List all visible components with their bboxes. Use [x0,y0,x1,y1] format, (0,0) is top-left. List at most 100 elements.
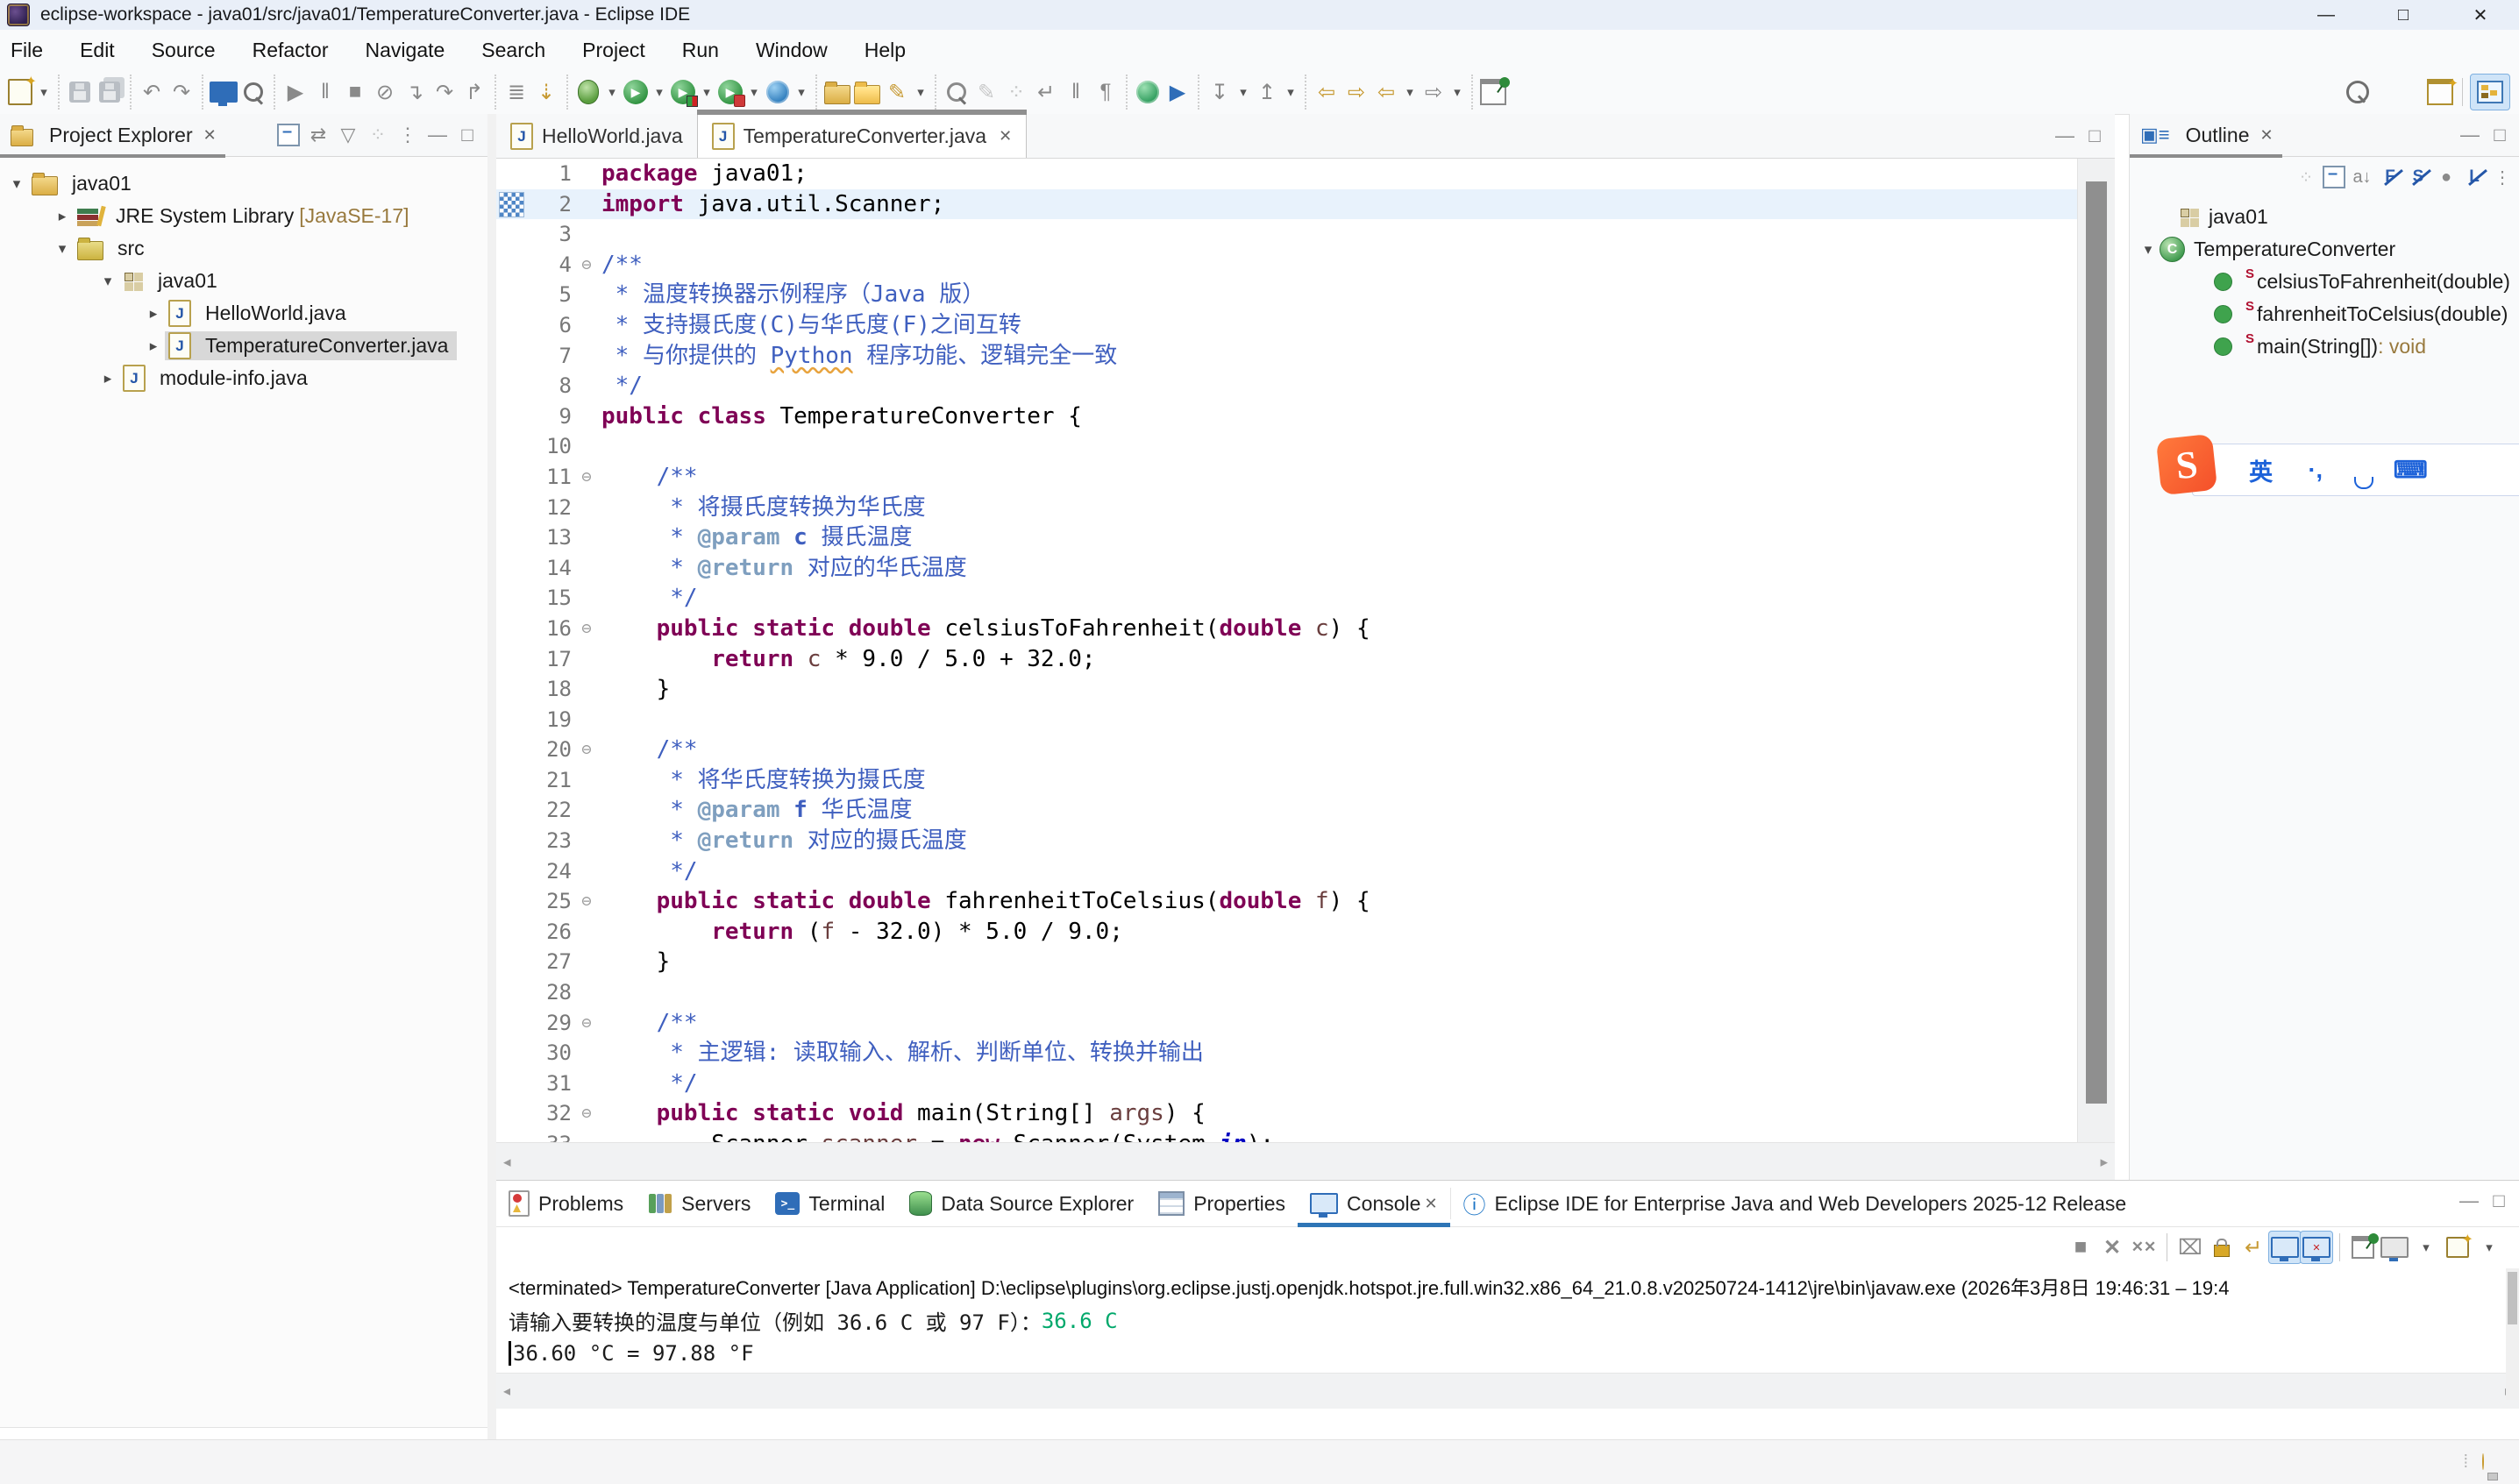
redo-icon[interactable]: ↷ [167,76,196,108]
step-over-icon[interactable]: ↷ [430,76,459,108]
remove-all-terminated-icon[interactable]: ✕✕ [2128,1232,2160,1263]
minimize-icon[interactable]: — [2454,1186,2484,1216]
menu-source[interactable]: Source [133,39,234,62]
annotate-dropdown-icon[interactable]: ▾ [912,76,929,108]
fold-icon[interactable]: ⊖ [572,1098,601,1129]
pin-editor-icon[interactable] [1478,76,1508,108]
outline-item-fahrenheittocelsius-double-[interactable]: SfahrenheitToCelsius(double) [2130,298,2519,330]
close-icon[interactable]: ✕ [2442,0,2519,30]
scroll-right-icon[interactable]: ▸ [2100,1154,2108,1171]
open-browser-icon[interactable] [1133,76,1163,108]
minimize-icon[interactable]: — [2288,0,2365,30]
hide-static-icon[interactable]: S [2404,163,2432,191]
scroll-lock-icon[interactable] [2206,1232,2238,1263]
fold-icon[interactable]: ⊖ [572,1008,601,1039]
editor-tab-temperatureconverter-java[interactable]: JTemperatureConverter.java✕ [697,114,1028,158]
scrollbar-thumb[interactable] [2508,1272,2517,1324]
panel-sash[interactable] [487,114,496,1439]
import-dropdown-icon[interactable]: ▾ [1235,76,1252,108]
fold-icon[interactable]: ⊖ [572,886,601,917]
view-menu-icon[interactable]: ⋮ [393,120,423,150]
pending-icon[interactable]: ⁘ [1001,76,1031,108]
previous-edit-icon[interactable]: ⇦ [1312,76,1341,108]
maximize-icon[interactable]: □ [2365,0,2442,30]
display-console-dropdown-icon[interactable]: ▾ [2410,1232,2442,1263]
step-into-icon[interactable]: ↴ [400,76,430,108]
fold-icon[interactable]: ⊖ [572,735,601,765]
code-editor[interactable]: 1package java01;2import java.util.Scanne… [496,159,2115,1142]
open-console-icon[interactable] [2442,1232,2473,1263]
close-icon[interactable]: ✕ [2260,126,2274,145]
chevron-down-icon[interactable]: ▾ [5,175,28,193]
disconnect-icon[interactable]: ⊘ [370,76,400,108]
tree-item-helloworld-java[interactable]: ▸JHelloWorld.java [0,297,487,330]
smart-assist-icon[interactable] [2482,1454,2519,1470]
menu-navigate[interactable]: Navigate [347,39,464,62]
ime-language-icon[interactable]: 英 [2249,453,2273,487]
menu-window[interactable]: Window [737,39,846,62]
tree-item-java01[interactable]: ▾java01 [0,265,487,297]
next-edit-icon[interactable]: ⇨ [1341,76,1371,108]
menu-run[interactable]: Run [664,39,737,62]
menu-project[interactable]: Project [564,39,664,62]
console-vertical-scrollbar[interactable] [2506,1268,2519,1400]
undo-icon[interactable]: ↶ [137,76,167,108]
resume-icon[interactable]: ▶ [281,76,310,108]
close-icon[interactable]: ✕ [203,126,217,145]
run-icon[interactable]: ▶ [621,76,651,108]
chevron-right-icon[interactable]: ▸ [142,337,165,355]
profile-icon[interactable]: ▶ [715,76,745,108]
hide-local-types-icon[interactable]: L [2460,163,2488,191]
export-icon[interactable]: ↥ [1252,76,1282,108]
suspend-icon[interactable]: ‖ [310,76,340,108]
tab-console[interactable]: Console✕ [1298,1182,1449,1226]
tree-item-src[interactable]: ▾src [0,232,487,265]
mark-occurrences-icon[interactable] [238,76,268,108]
outline-item-temperatureconverter[interactable]: ▾CTemperatureConverter [2130,233,2519,266]
outline-item-main-string-[interactable]: Smain(String[]) : void [2130,330,2519,363]
show-stdout-icon[interactable] [2269,1232,2301,1263]
tab-data-source-explorer[interactable]: Data Source Explorer [897,1182,1146,1226]
tab-problems[interactable]: Problems [496,1182,636,1226]
coverage-icon[interactable]: ▶ [668,76,698,108]
eraser-icon[interactable]: ✎ [971,76,1001,108]
profile-dropdown-icon[interactable]: ▾ [745,76,763,108]
tab-project-explorer[interactable]: Project Explorer ✕ [0,114,225,156]
fold-icon[interactable]: ⊖ [572,462,601,493]
menu-help[interactable]: Help [846,39,924,62]
tree-item-java01[interactable]: ▾java01 [0,167,487,200]
run-dropdown-icon[interactable]: ▾ [651,76,668,108]
tab-properties[interactable]: Properties [1146,1182,1298,1226]
scroll-left-icon[interactable]: ◂ [503,1382,510,1400]
forward-icon[interactable]: ⇨ [1419,76,1448,108]
tree-item-jre-system-library[interactable]: ▸JRE System Library [JavaSE-17] [0,200,487,232]
maximize-icon[interactable]: □ [2080,121,2110,151]
chevron-down-icon[interactable]: ▾ [2137,241,2160,259]
back-dropdown-icon[interactable]: ▾ [1401,76,1419,108]
annotate-icon[interactable]: ✎ [882,76,912,108]
console-horizontal-scrollbar[interactable]: ◂ ▸ [496,1373,2519,1409]
tree-item-module-info-java[interactable]: ▸Jmodule-info.java [0,362,487,394]
convert-icon[interactable]: ↵ [1031,76,1061,108]
word-wrap-icon[interactable]: ↵ [2238,1232,2269,1263]
scrollbar-thumb[interactable] [2086,181,2107,1104]
open-console-dropdown-icon[interactable]: ▾ [2473,1232,2505,1263]
record-icon[interactable] [942,76,971,108]
external-tools-dropdown-icon[interactable]: ▾ [793,76,810,108]
pin-console-icon[interactable] [2347,1232,2379,1263]
fold-icon[interactable]: ⊖ [572,614,601,644]
open-perspective-icon[interactable] [2425,76,2455,108]
new-dropdown-icon[interactable]: ▾ [35,76,53,108]
sort-icon[interactable]: a↓ [2348,163,2376,191]
minimize-icon[interactable]: — [2455,120,2485,150]
outline-item-celsiustofahrenheit-double-[interactable]: ScelsiusToFahrenheit(double) [2130,266,2519,298]
terminate-icon[interactable]: ■ [2065,1232,2096,1263]
chevron-right-icon[interactable]: ▸ [51,208,74,225]
collapse-all-icon[interactable] [274,120,303,150]
back-icon[interactable]: ⇦ [1371,76,1401,108]
preview-icon[interactable]: ‖ [1061,76,1091,108]
show-whitespace-icon[interactable]: ¶ [1091,76,1121,108]
forward-dropdown-icon[interactable]: ▾ [1448,76,1466,108]
export-dropdown-icon[interactable]: ▾ [1282,76,1299,108]
tab-servers[interactable]: Servers [636,1182,763,1226]
